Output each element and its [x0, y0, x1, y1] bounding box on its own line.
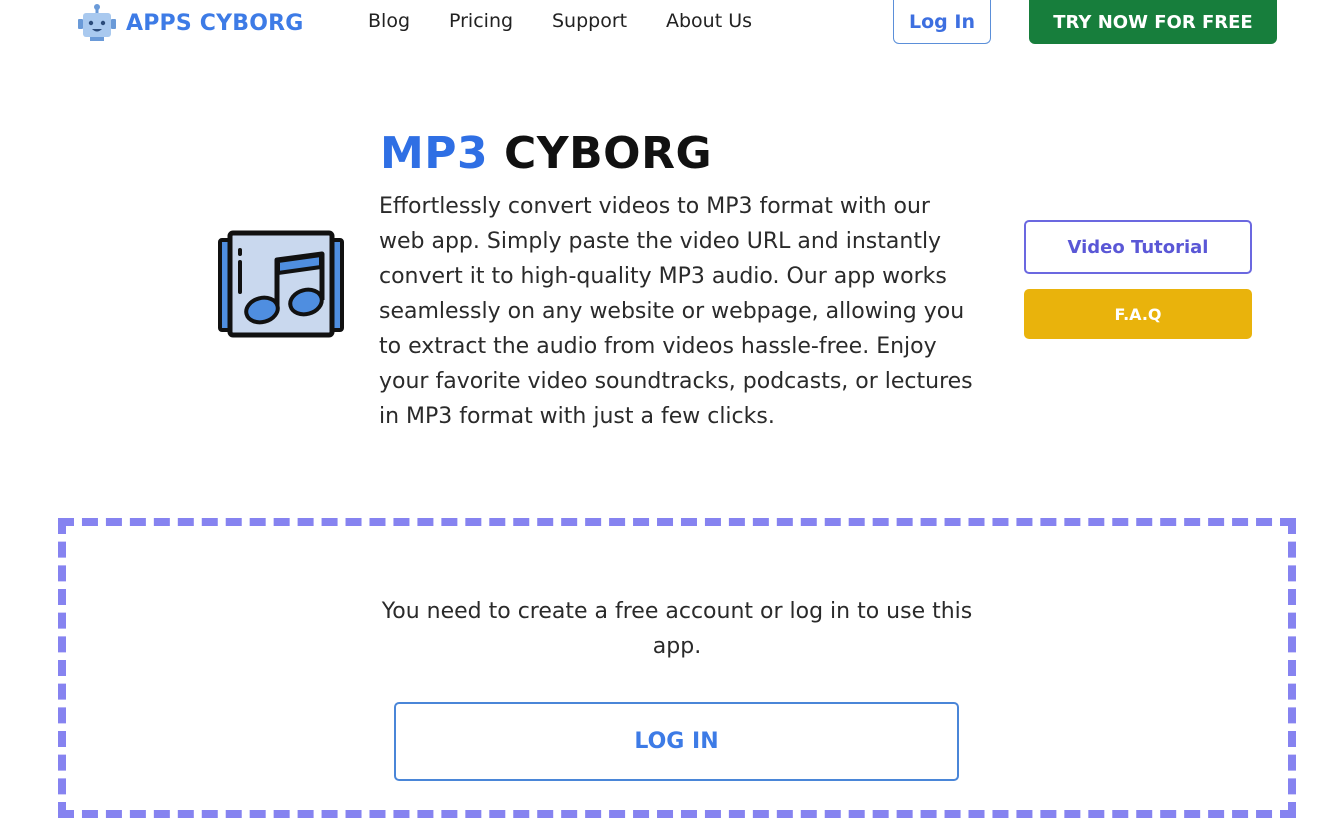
login-required-message: You need to create a free account or log…	[381, 599, 973, 659]
faq-button[interactable]: F.A.Q	[1024, 289, 1252, 339]
robot-icon	[78, 4, 116, 41]
try-now-button[interactable]: TRY NOW FOR FREE	[1029, 0, 1277, 44]
header-login-button[interactable]: Log In	[893, 0, 991, 44]
music-album-icon	[218, 230, 344, 338]
nav-about-us[interactable]: About Us	[666, 10, 752, 32]
title-cyborg: CYBORG	[503, 128, 713, 179]
logo[interactable]: APPS CYBORG	[76, 2, 304, 44]
video-tutorial-button[interactable]: Video Tutorial	[1024, 220, 1252, 274]
page-title: MP3 CYBORG	[380, 128, 712, 180]
nav-blog[interactable]: Blog	[368, 10, 410, 32]
title-mp3: MP3	[380, 128, 489, 179]
logo-text: APPS CYBORG	[126, 10, 304, 36]
nav-support[interactable]: Support	[552, 10, 627, 32]
app-description: Effortlessly convert videos to MP3 forma…	[379, 194, 973, 429]
login-button[interactable]: LOG IN	[394, 702, 959, 781]
nav-pricing[interactable]: Pricing	[449, 10, 513, 32]
